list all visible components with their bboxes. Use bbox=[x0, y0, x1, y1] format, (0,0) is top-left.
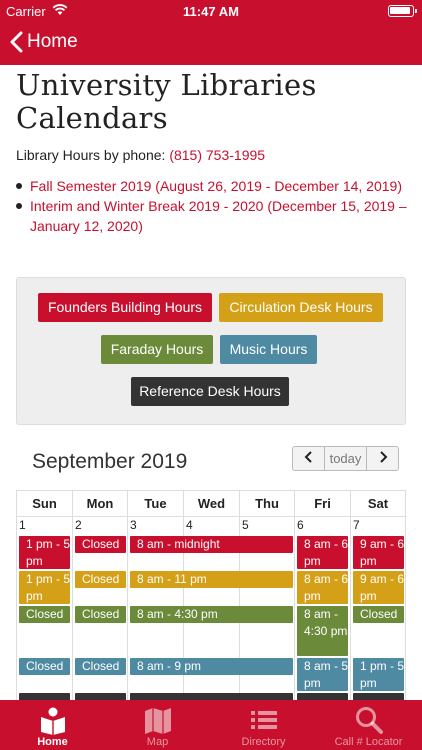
phone-link[interactable]: (815) 753-1995 bbox=[169, 147, 265, 163]
date-number: 2 bbox=[75, 518, 82, 532]
status-bar: Carrier 11:47 AM bbox=[0, 0, 422, 22]
semester-link-label: Interim and Winter Break 2019 - 2020 (De… bbox=[30, 198, 407, 234]
chevron-left-icon bbox=[304, 451, 312, 463]
calendar-event[interactable]: 1 pm - 5 pm bbox=[353, 658, 404, 691]
tab-directory[interactable]: Directory bbox=[211, 700, 316, 750]
day-header-mon: Mon bbox=[73, 491, 128, 517]
calendar-nav: today bbox=[292, 446, 399, 471]
founders-hours-button[interactable]: Founders Building Hours bbox=[38, 293, 212, 322]
back-button[interactable]: Home bbox=[10, 31, 78, 53]
calendar-event[interactable]: 8 am - 4:30 pm bbox=[130, 606, 293, 623]
calendar-grid: Sun Mon Tue Wed Thu Fri Sat 1 2 3 4 5 6 … bbox=[16, 490, 406, 701]
tab-map[interactable]: Map bbox=[105, 700, 210, 750]
calendar-event[interactable]: Closed bbox=[19, 606, 70, 623]
reference-hours-button[interactable]: Reference Desk Hours bbox=[131, 377, 289, 406]
calendar-month-title: September 2019 bbox=[32, 450, 188, 473]
hours-buttons-panel: Founders Building Hours Circulation Desk… bbox=[16, 277, 406, 425]
calendar-event[interactable]: 8 am - 5 pm bbox=[297, 658, 348, 691]
prev-month-button[interactable] bbox=[293, 447, 324, 470]
calendar-event[interactable]: 8 am - 9 pm bbox=[130, 658, 293, 675]
calendar-event[interactable]: Closed bbox=[19, 658, 70, 675]
next-month-button[interactable] bbox=[367, 447, 398, 470]
semester-link-interim-2019[interactable]: Interim and Winter Break 2019 - 2020 (De… bbox=[16, 196, 410, 236]
date-number: 5 bbox=[242, 518, 249, 532]
day-header-tue: Tue bbox=[128, 491, 184, 517]
tab-label: Directory bbox=[241, 736, 286, 748]
list-icon bbox=[251, 711, 277, 729]
calendar-event[interactable]: 8 am - 4:30 pm bbox=[297, 606, 348, 656]
today-button[interactable]: today bbox=[324, 447, 367, 470]
navigation-bar: Home bbox=[0, 22, 422, 65]
faraday-hours-button[interactable]: Faraday Hours bbox=[101, 335, 213, 364]
calendar-event[interactable]: 9 am - 6 pm bbox=[353, 571, 404, 604]
calendar-event[interactable]: 8 am - midnight bbox=[130, 536, 293, 553]
date-number: 3 bbox=[130, 518, 137, 532]
calendar-event[interactable]: Closed bbox=[75, 536, 126, 553]
chevron-right-icon bbox=[379, 451, 387, 463]
main-content[interactable]: University Libraries Calendars Library H… bbox=[0, 65, 422, 701]
day-header-sun: Sun bbox=[17, 491, 73, 517]
date-number: 7 bbox=[353, 518, 360, 532]
date-number: 4 bbox=[186, 518, 193, 532]
chevron-left-icon bbox=[10, 31, 23, 53]
day-header-wed: Wed bbox=[184, 491, 240, 517]
book-reader-icon bbox=[41, 707, 65, 735]
music-hours-button[interactable]: Music Hours bbox=[220, 335, 317, 364]
clock: 11:47 AM bbox=[183, 4, 239, 19]
map-icon bbox=[145, 708, 171, 734]
back-button-label: Home bbox=[27, 31, 78, 52]
calendar-event[interactable]: Closed bbox=[75, 606, 126, 623]
date-number: 6 bbox=[297, 518, 304, 532]
semester-link-fall-2019[interactable]: Fall Semester 2019 (August 26, 2019 - De… bbox=[16, 176, 410, 196]
page-title: University Libraries Calendars bbox=[16, 68, 317, 135]
calendar-event[interactable]: Closed bbox=[75, 571, 126, 588]
tab-label: Home bbox=[37, 736, 68, 748]
tab-home[interactable]: Home bbox=[0, 700, 105, 750]
calendar-event[interactable]: 8 am - 6 pm bbox=[297, 536, 348, 569]
battery-icon bbox=[388, 5, 417, 17]
semester-link-label: Fall Semester 2019 (August 26, 2019 - De… bbox=[30, 178, 402, 194]
tab-label: Map bbox=[146, 736, 169, 748]
phone-prefix: Library Hours by phone: bbox=[16, 147, 170, 163]
tab-bar: Home Map Directory Call # Locator bbox=[0, 700, 422, 750]
phone-line: Library Hours by phone: (815) 753-1995 bbox=[16, 147, 265, 163]
day-header-sat: Sat bbox=[351, 491, 406, 517]
calendar-event[interactable]: Closed bbox=[353, 606, 404, 623]
day-header-fri: Fri bbox=[295, 491, 351, 517]
calendar-event[interactable]: 9 am - 6 pm bbox=[353, 536, 404, 569]
calendar-event[interactable]: 1 pm - 5 pm bbox=[19, 536, 70, 569]
tab-label: Call # Locator bbox=[334, 736, 403, 748]
calendar-event[interactable]: 8 am - 11 pm bbox=[130, 571, 293, 588]
calendar-event[interactable]: 1 pm - 5 pm bbox=[19, 571, 70, 604]
circulation-hours-button[interactable]: Circulation Desk Hours bbox=[219, 293, 383, 322]
calendar-event[interactable]: 8 am - 6 pm bbox=[297, 571, 348, 604]
date-number: 1 bbox=[19, 518, 26, 532]
tab-call-locator[interactable]: Call # Locator bbox=[316, 700, 421, 750]
semester-list: Fall Semester 2019 (August 26, 2019 - De… bbox=[16, 176, 410, 236]
search-icon bbox=[356, 707, 383, 734]
day-header-thu: Thu bbox=[240, 491, 295, 517]
calendar-event[interactable]: Closed bbox=[75, 658, 126, 675]
